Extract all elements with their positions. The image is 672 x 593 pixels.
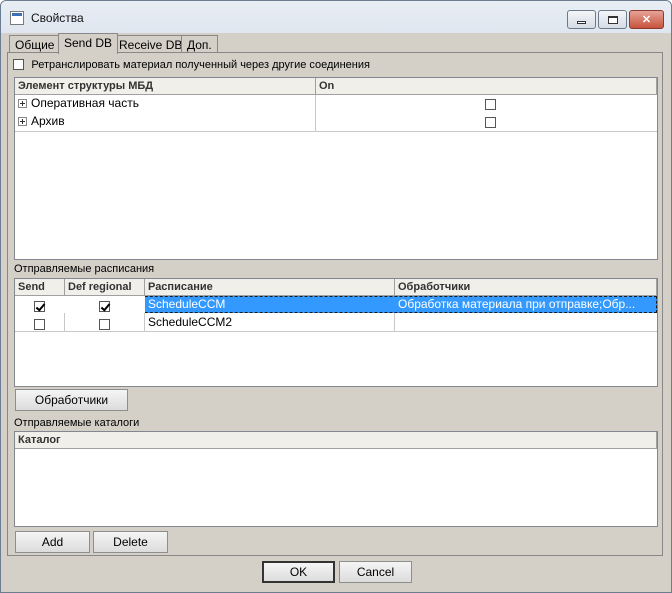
on-checkbox[interactable] bbox=[485, 99, 496, 111]
schedule-cell: ScheduleCCM bbox=[148, 297, 226, 311]
window-icon bbox=[10, 11, 24, 25]
catalogs-grid: Каталог bbox=[14, 431, 658, 527]
handlers-cell: Обработка материала при отправке;Обр... bbox=[398, 297, 636, 311]
cancel-button[interactable]: Cancel bbox=[339, 561, 412, 583]
tree-row-label: Архив bbox=[31, 114, 65, 128]
send-checkbox[interactable] bbox=[34, 301, 45, 313]
column-header-handlers[interactable]: Обработчики bbox=[395, 279, 657, 296]
on-cell bbox=[482, 96, 499, 114]
expand-icon[interactable] bbox=[18, 99, 27, 109]
schedules-label: Отправляемые расписания bbox=[14, 263, 155, 275]
close-button[interactable]: ✕ bbox=[629, 10, 664, 29]
close-icon: ✕ bbox=[641, 14, 652, 26]
catalogs-label: Отправляемые каталоги bbox=[14, 417, 140, 429]
schedules-grid: Send Def regional Расписание Обработчики… bbox=[14, 278, 658, 387]
tree-row[interactable]: Оперативная часть bbox=[15, 95, 315, 113]
send-db-panel: Ретранслировать материал полученный чере… bbox=[7, 52, 663, 556]
delete-button[interactable]: Delete bbox=[93, 531, 168, 553]
maximize-icon bbox=[607, 15, 618, 24]
column-header-on[interactable]: On bbox=[316, 78, 657, 95]
properties-dialog: Свойства ✕ Общие Send DB Receive DB Доп.… bbox=[0, 0, 672, 593]
structure-grid: Элемент структуры МБД On Оперативная час… bbox=[14, 77, 658, 260]
def-regional-checkbox[interactable] bbox=[99, 301, 110, 313]
on-cell bbox=[482, 114, 499, 132]
add-button[interactable]: Add bbox=[15, 531, 90, 553]
tab-receive-db[interactable]: Receive DB bbox=[113, 35, 189, 53]
title-bar: Свойства ✕ bbox=[1, 1, 671, 33]
window-title: Свойства bbox=[31, 11, 84, 25]
column-header-def-regional[interactable]: Def regional bbox=[65, 279, 145, 296]
column-header-send[interactable]: Send bbox=[15, 279, 65, 296]
column-header-schedule[interactable]: Расписание bbox=[145, 279, 395, 296]
minimize-icon bbox=[577, 21, 586, 24]
tab-send-db[interactable]: Send DB bbox=[58, 33, 119, 54]
tab-general[interactable]: Общие bbox=[9, 35, 61, 53]
schedule-cell: ScheduleCCM2 bbox=[148, 315, 233, 329]
send-checkbox[interactable] bbox=[34, 319, 45, 331]
minimize-button[interactable] bbox=[567, 10, 596, 29]
on-checkbox[interactable] bbox=[485, 117, 496, 129]
column-header-element[interactable]: Элемент структуры МБД bbox=[15, 78, 316, 95]
tree-row[interactable]: Архив bbox=[15, 113, 315, 131]
tree-row-label: Оперативная часть bbox=[31, 96, 139, 110]
ok-button[interactable]: OK bbox=[262, 561, 335, 583]
handlers-cell bbox=[395, 314, 657, 332]
tab-extra[interactable]: Доп. bbox=[181, 35, 218, 53]
relay-label: Ретранслировать материал полученный чере… bbox=[31, 59, 370, 71]
expand-icon[interactable] bbox=[18, 117, 27, 127]
handlers-button[interactable]: Обработчики bbox=[15, 389, 128, 411]
column-header-catalog[interactable]: Каталог bbox=[15, 432, 657, 449]
relay-option[interactable]: Ретранслировать материал полученный чере… bbox=[13, 57, 370, 71]
def-regional-checkbox[interactable] bbox=[99, 319, 110, 331]
maximize-button[interactable] bbox=[598, 10, 627, 29]
relay-checkbox[interactable] bbox=[13, 59, 24, 71]
